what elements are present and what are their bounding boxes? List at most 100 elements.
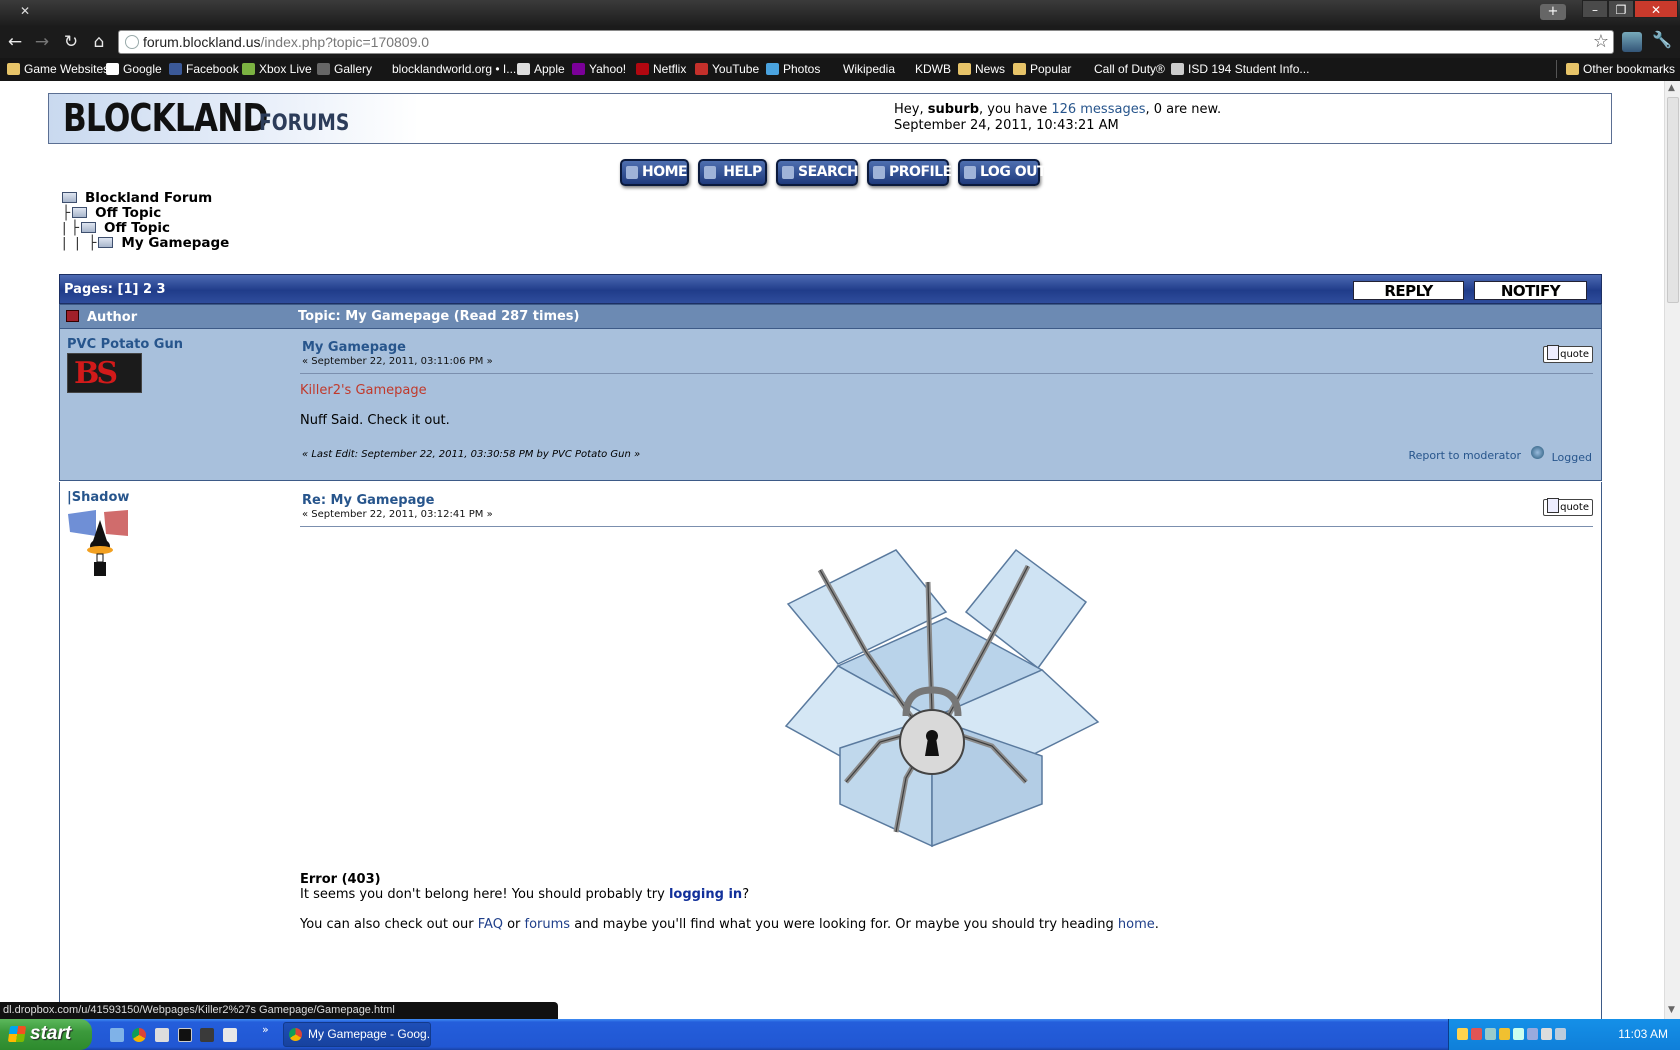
address-bar[interactable]: forum.blockland.us/index.php?topic=17080… [118, 30, 1614, 54]
bookmark-item[interactable]: Google [106, 62, 162, 76]
breadcrumb-item[interactable]: | ├ Off Topic [62, 221, 170, 236]
bookmark-star-icon[interactable]: ☆ [1593, 31, 1609, 52]
bookmark-item[interactable]: Photos [766, 62, 820, 76]
bookmark-item[interactable]: Gallery [317, 62, 372, 76]
tray-device-icon[interactable] [1527, 1028, 1538, 1040]
post-date: « September 22, 2011, 03:12:41 PM » [302, 509, 493, 520]
new-tab-button[interactable]: + [1540, 4, 1566, 20]
breadcrumb-item[interactable]: ├ Off Topic [62, 206, 161, 221]
current-datetime: September 24, 2011, 10:43:21 AM [894, 118, 1119, 133]
home-icon[interactable]: ⌂ [89, 32, 109, 52]
start-button[interactable]: start [0, 1019, 92, 1050]
blank-page-icon [375, 63, 388, 75]
forward-icon[interactable]: → [32, 32, 52, 52]
isd-icon [1171, 63, 1184, 75]
post-title[interactable]: My Gamepage [302, 340, 406, 355]
home-button[interactable]: HOME [620, 159, 689, 186]
poster-name[interactable]: |Shadow [67, 490, 129, 505]
messages-link[interactable]: 126 messages [1051, 102, 1145, 117]
quote-button[interactable]: quote [1543, 345, 1593, 363]
wrench-icon[interactable]: 🔧 [1652, 30, 1672, 49]
error-text: ? [742, 887, 750, 902]
steam-icon[interactable] [200, 1028, 214, 1042]
window-icon[interactable] [155, 1028, 169, 1042]
logout-button-label: LOG OUT [980, 164, 1047, 180]
system-clock[interactable]: 11:03 AM [1618, 1027, 1668, 1041]
greeting-mid: , you have [979, 102, 1052, 117]
tray-volume-icon[interactable] [1541, 1028, 1552, 1040]
bookmark-item[interactable]: Call of Duty® [1077, 62, 1165, 76]
forum-logo[interactable]: BLOCKLAND FORUMS [49, 94, 419, 143]
bookmark-item[interactable]: Xbox Live [242, 62, 312, 76]
bookmark-item[interactable]: YouTube [695, 62, 759, 76]
vertical-scrollbar[interactable]: ▲ ▼ [1664, 81, 1680, 1019]
pagination[interactable]: Pages: [1] 2 3 [64, 282, 166, 297]
bookmarks-bar: Game Websites Google Facebook Xbox Live Gall… [0, 58, 1680, 81]
last-edit: « Last Edit: September 22, 2011, 03:30:5… [302, 449, 641, 460]
post-title[interactable]: Re: My Gamepage [302, 493, 435, 508]
bookmark-item[interactable]: Wikipedia [826, 62, 895, 76]
logo-text: BLOCKLAND [63, 96, 268, 140]
search-icon [782, 166, 794, 179]
home-link[interactable]: home [1118, 917, 1155, 932]
reload-icon[interactable]: ↻ [61, 32, 81, 52]
blockland-icon[interactable] [178, 1028, 192, 1042]
logout-button[interactable]: LOG OUT [958, 159, 1047, 186]
profile-button[interactable]: PROFILE [867, 159, 952, 186]
chrome-icon[interactable] [132, 1028, 146, 1042]
poster-name[interactable]: PVC Potato Gun [67, 337, 183, 352]
tray-app-icon[interactable] [1457, 1028, 1468, 1040]
scroll-down-icon[interactable]: ▼ [1668, 1005, 1675, 1015]
forums-link[interactable]: forums [525, 917, 571, 932]
bookmark-label: KDWB [915, 62, 951, 76]
bookmark-item[interactable]: Popular [1013, 62, 1071, 76]
notify-button[interactable]: NOTIFY [1474, 281, 1587, 300]
restore-window-button[interactable]: ❐ [1608, 0, 1634, 18]
search-button[interactable]: SEARCH [776, 159, 859, 186]
tray-power-icon[interactable] [1555, 1028, 1566, 1040]
bookmark-item[interactable]: Game Websites [7, 62, 109, 76]
tray-security-icon[interactable] [1471, 1028, 1482, 1040]
bookmark-item[interactable]: ISD 194 Student Info... [1171, 62, 1309, 76]
close-window-button[interactable]: ✕ [1634, 0, 1678, 18]
scrollbar-thumb[interactable] [1667, 97, 1679, 303]
error-line1: It seems you don't belong here! You shou… [300, 887, 1159, 902]
breadcrumb-item[interactable]: | | ├ My Gamepage [62, 236, 229, 251]
breadcrumb-label: Off Topic [103, 220, 171, 236]
logging-in-link[interactable]: logging in [669, 887, 742, 902]
minimize-window-button[interactable]: – [1582, 0, 1608, 18]
faq-link[interactable]: FAQ [478, 917, 503, 932]
back-icon[interactable]: ← [5, 32, 25, 52]
taskbar-chrome-window[interactable]: My Gamepage - Goog... [283, 1022, 431, 1047]
close-tab-icon[interactable]: ✕ [20, 4, 30, 18]
extension-icon[interactable] [1622, 32, 1642, 52]
help-button[interactable]: HELP [698, 159, 767, 186]
more-quicklaunch-icon[interactable]: » [262, 1023, 269, 1036]
app-window-icon[interactable] [223, 1028, 237, 1042]
bookmark-item[interactable]: Facebook [169, 62, 239, 76]
bookmark-label: Photos [783, 62, 821, 76]
tray-network-icon[interactable] [1485, 1028, 1496, 1040]
bookmark-label: Wikipedia [843, 62, 896, 76]
error-message: Error (403) It seems you don't belong he… [300, 872, 1159, 932]
other-bookmarks[interactable]: Other bookmarks [1566, 62, 1675, 76]
forum-header: BLOCKLAND FORUMS Hey, suburb, you have 1… [48, 93, 1612, 144]
scroll-up-icon[interactable]: ▲ [1668, 83, 1675, 93]
page-viewport: BLOCKLAND FORUMS Hey, suburb, you have 1… [0, 81, 1664, 1019]
bookmark-item[interactable]: News [958, 62, 1005, 76]
folder-icon [1013, 63, 1026, 75]
tray-bluetooth-icon[interactable] [1513, 1028, 1524, 1040]
tray-shield-icon[interactable] [1499, 1028, 1510, 1040]
quote-button[interactable]: quote [1543, 498, 1593, 516]
reply-button[interactable]: REPLY [1353, 281, 1464, 300]
report-to-moderator-link[interactable]: Report to moderator [1408, 449, 1521, 462]
bookmark-item[interactable]: Netflix [636, 62, 686, 76]
bookmark-item[interactable]: Apple [517, 62, 565, 76]
show-desktop-icon[interactable] [110, 1028, 124, 1042]
bookmark-item[interactable]: KDWB [898, 62, 951, 76]
gamepage-link[interactable]: Killer2's Gamepage [300, 383, 427, 398]
bookmark-item[interactable]: blocklandworld.org • I... [375, 62, 516, 76]
breadcrumb-item[interactable]: Blockland Forum [62, 191, 212, 206]
task-label: My Gamepage - Goog... [308, 1027, 431, 1041]
bookmark-item[interactable]: Yahoo! [572, 62, 626, 76]
